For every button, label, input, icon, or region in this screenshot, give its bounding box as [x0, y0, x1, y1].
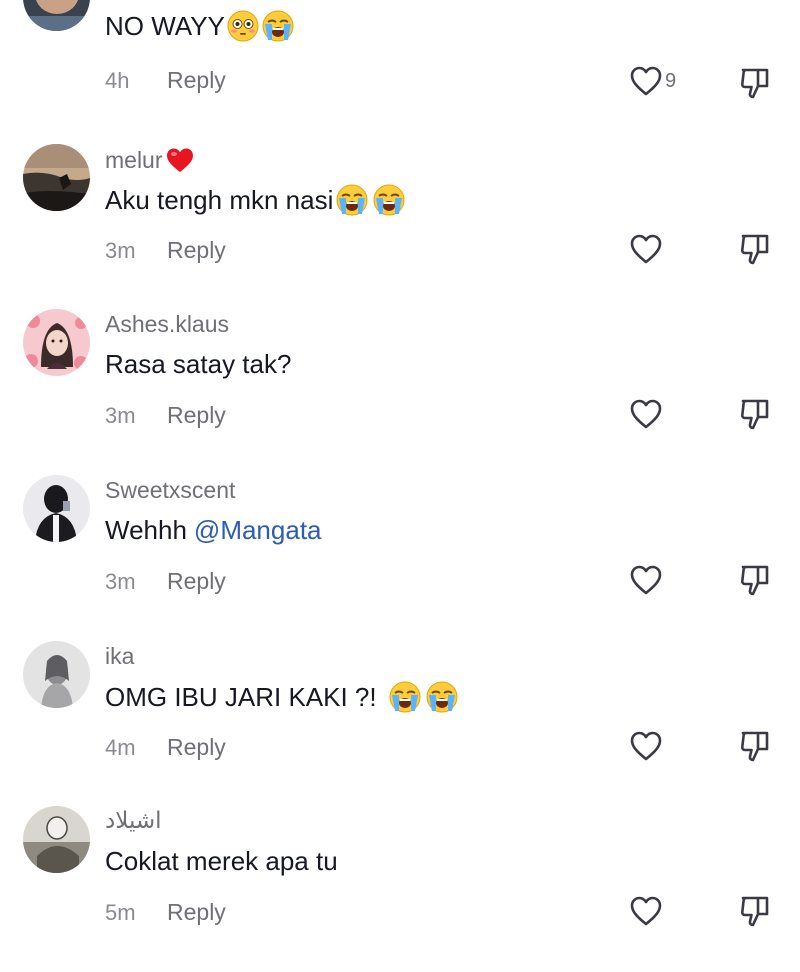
username-text: اشيلاد [105, 808, 162, 834]
comment-item: NO WAYY 4h Reply 9 [0, 0, 800, 136]
like-button[interactable] [629, 398, 663, 430]
reply-button[interactable]: Reply [167, 568, 226, 595]
comment-time: 3m [105, 568, 136, 594]
dislike-button[interactable] [739, 729, 771, 763]
comment-username[interactable]: Sweetxscent [105, 477, 235, 504]
heart-outline-icon [630, 565, 662, 595]
avatar[interactable] [23, 309, 90, 376]
comment-time: 4m [105, 734, 136, 760]
comment-text: Wehhh @Mangata [105, 515, 322, 546]
thumbs-down-icon [740, 68, 769, 99]
reply-button[interactable]: Reply [167, 402, 226, 429]
thumbs-down-icon [740, 234, 769, 265]
comment-username[interactable]: ika [105, 643, 134, 670]
comment-username[interactable]: Ashes.klaus [105, 311, 229, 338]
like-button[interactable] [629, 233, 663, 265]
loudly-crying-face-emoji [373, 184, 405, 216]
username-text: melur [105, 146, 163, 173]
comment-meta: 3m Reply [105, 568, 226, 595]
dislike-button[interactable] [739, 894, 771, 928]
heart-outline-icon [630, 896, 662, 926]
avatar[interactable] [23, 806, 90, 873]
comment-text-content: NO WAYY [105, 10, 225, 41]
like-button[interactable] [629, 895, 663, 927]
comment-time: 5m [105, 899, 136, 925]
mention-link[interactable]: @Mangata [194, 515, 322, 546]
dislike-button[interactable] [739, 232, 771, 266]
like-button[interactable] [629, 730, 663, 762]
reply-button[interactable]: Reply [167, 899, 226, 926]
comment-meta: 3m Reply [105, 237, 226, 264]
heart-outline-icon [630, 234, 662, 264]
dislike-button[interactable] [739, 66, 771, 100]
avatar[interactable] [23, 144, 90, 211]
avatar[interactable] [23, 475, 90, 542]
dislike-button[interactable] [739, 563, 771, 597]
thumbs-down-icon [740, 399, 769, 430]
comment-text-content: Rasa satay tak? [105, 349, 292, 379]
loudly-crying-face-emoji [262, 10, 294, 42]
like-count: 9 [665, 69, 677, 92]
thumbs-down-icon [740, 731, 769, 762]
heart-outline-icon [630, 731, 662, 761]
loudly-crying-face-emoji [426, 681, 458, 713]
thumbs-down-icon [740, 896, 769, 927]
like-button[interactable]: 9 [629, 65, 676, 97]
comment-text-content: Aku tengh mkn nasi [105, 184, 334, 215]
like-button[interactable] [629, 564, 663, 596]
username-text: Ashes.klaus [105, 311, 230, 337]
comment-text: Coklat merek apa tu [105, 846, 338, 877]
comment-time: 3m [105, 237, 136, 263]
comment-text-content: Wehhh [105, 515, 187, 545]
comment-meta: 4h Reply [105, 67, 226, 94]
comment-time: 3m [105, 402, 136, 428]
comment-username[interactable]: اشيلاد [105, 808, 162, 834]
heart-outline-icon [630, 66, 662, 96]
comment-text: Rasa satay tak? [105, 349, 291, 380]
comment-item: melur Aku tengh mkn nasi 3m Reply [0, 144, 800, 310]
username-text: ika [105, 643, 135, 669]
comment-meta: 4m Reply [105, 734, 226, 761]
comment-username[interactable]: melur [105, 146, 195, 174]
avatar[interactable] [23, 0, 90, 31]
comment-item: ika OMG IBU JARI KAKI ?! 4m Reply [0, 641, 800, 807]
loudly-crying-face-emoji [336, 184, 368, 216]
loudly-crying-face-emoji [389, 681, 421, 713]
comment-item: Ashes.klaus Rasa satay tak? 3m Reply [0, 309, 800, 475]
comment-item: اشيلاد Coklat merek apa tu 5m Reply [0, 806, 800, 972]
flushed-face-emoji [227, 10, 259, 42]
reply-button[interactable]: Reply [167, 734, 226, 761]
username-text: Sweetxscent [105, 477, 236, 503]
comment-text: OMG IBU JARI KAKI ?! [105, 681, 458, 713]
dislike-button[interactable] [739, 397, 771, 431]
comment-text-content: Coklat merek apa tu [105, 846, 338, 876]
comment-text: NO WAYY [105, 10, 294, 42]
comment-item: Sweetxscent Wehhh @Mangata 3m Reply [0, 475, 800, 641]
comment-time: 4h [105, 67, 130, 93]
reply-button[interactable]: Reply [167, 237, 226, 264]
comment-text: Aku tengh mkn nasi [105, 184, 405, 216]
thumbs-down-icon [740, 565, 769, 596]
red-heart-emoji [165, 146, 195, 174]
comment-text-content: OMG IBU JARI KAKI ?! [105, 681, 377, 712]
avatar[interactable] [23, 641, 90, 708]
comment-meta: 3m Reply [105, 402, 226, 429]
comment-meta: 5m Reply [105, 899, 226, 926]
reply-button[interactable]: Reply [167, 67, 226, 94]
heart-outline-icon [630, 399, 662, 429]
